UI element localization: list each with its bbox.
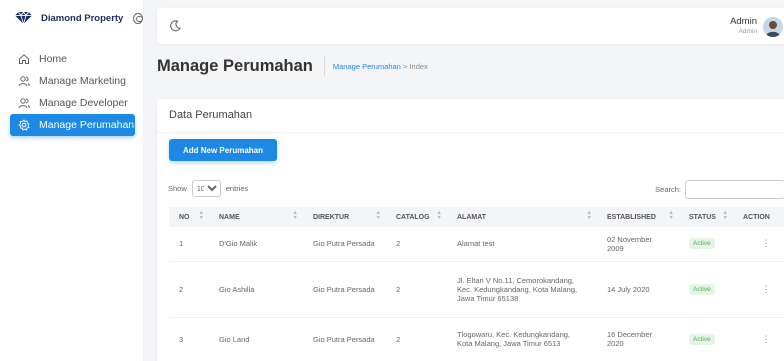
sidebar-item-label: Manage Developer (39, 97, 128, 109)
cell-name: Gio Land (209, 317, 303, 361)
action-menu-icon[interactable]: ⋮ (733, 317, 784, 361)
divider (323, 56, 325, 76)
sidebar-nav: Home Manage Marketing Manage Developer M… (0, 48, 143, 136)
user-info[interactable]: Admin Admin (730, 16, 757, 35)
cell-no: 3 (169, 317, 209, 361)
search-input[interactable] (685, 180, 784, 199)
entries-select[interactable]: 10 (191, 180, 221, 197)
page-header: Manage Perumahan Manage Perumahan > Inde… (157, 56, 428, 76)
sidebar-toggle-icon[interactable] (133, 12, 143, 24)
cell-alamat: Tlogowaru, Kec. Kedungkandang, Kota Mala… (447, 317, 597, 361)
cell-no: 1 (169, 227, 209, 262)
avatar[interactable] (763, 17, 783, 37)
cell-direktur: Gio Putra Persada (303, 261, 386, 318)
sidebar-item-label: Manage Marketing (39, 75, 126, 87)
sort-icon: ▲ ▼ (668, 210, 674, 221)
divider (157, 132, 784, 133)
page-title: Manage Perumahan (157, 56, 313, 75)
table-row: 1 D'Gio Malik Gio Putra Persada 2 Alamat… (169, 227, 784, 262)
cell-name: D'Gio Malik (209, 227, 303, 262)
cell-established: 16 December 2020 (597, 317, 679, 361)
sort-icon: ▲ ▼ (198, 210, 204, 221)
table-row: 2 Gio Ashilla Gio Putra Persada 2 Jl. El… (169, 261, 784, 318)
column-header-status[interactable]: STATUS ▲ ▼ (679, 207, 733, 227)
sort-icon: ▲ ▼ (722, 210, 728, 221)
search-label: Search: (655, 185, 681, 194)
cell-catalog: 2 (386, 261, 447, 318)
cell-direktur: Gio Putra Persada (303, 317, 386, 361)
cell-catalog: 2 (386, 317, 447, 361)
show-label: Show (168, 184, 187, 193)
sort-icon: ▲ ▼ (436, 210, 442, 221)
sort-icon: ▲ ▼ (586, 210, 592, 221)
column-header-direktur[interactable]: DIREKTUR ▲ ▼ (303, 207, 386, 227)
column-header-no[interactable]: NO ▲ ▼ (169, 207, 209, 227)
table-row: 3 Gio Land Gio Putra Persada 2 Tlogowaru… (169, 317, 784, 361)
status-badge: Active (689, 238, 715, 250)
status-badge: Active (689, 283, 715, 295)
cell-direktur: Gio Putra Persada (303, 227, 386, 262)
sidebar-item-manage-perumahan[interactable]: Manage Perumahan (10, 114, 135, 136)
sidebar-item-label: Manage Perumahan (39, 119, 135, 131)
entries-length: Show 10 entries (168, 180, 248, 197)
cell-alamat: Jl. Eltari V No.11, Cemorokandang, Kec. … (447, 261, 597, 318)
sidebar-item-label: Home (39, 53, 68, 65)
sidebar-item-home[interactable]: Home (10, 48, 135, 70)
brand-name: Diamond Property (41, 12, 124, 24)
sidebar-item-manage-developer[interactable]: Manage Developer (10, 92, 135, 114)
status-badge: Active (689, 333, 715, 345)
sidebar-item-manage-marketing[interactable]: Manage Marketing (10, 70, 135, 92)
brand[interactable]: Diamond Property (0, 0, 143, 36)
breadcrumb-current: Index (409, 61, 428, 71)
card-title: Data Perumahan (169, 109, 253, 121)
column-header-action[interactable]: ACTION▲▼ (733, 207, 784, 227)
data-card: Data Perumahan Add New Perumahan Show 10… (157, 99, 784, 361)
column-header-catalog[interactable]: CATALOG ▲ ▼ (386, 207, 447, 227)
entries-label: entries (225, 184, 249, 193)
cell-status: Active (679, 227, 733, 262)
add-new-perumahan-button[interactable]: Add New Perumahan (169, 139, 277, 161)
column-header-alamat[interactable]: ALAMAT ▲ ▼ (447, 207, 597, 227)
users-icon (17, 74, 31, 88)
cell-status: Active (679, 317, 733, 361)
user-role: Admin (738, 28, 757, 35)
search-box: Search: (655, 180, 784, 199)
perumahan-table: NO ▲ ▼ NAME ▲ ▼ DIREKTUR ▲ ▼ CATALOG ▲ ▼ ALAMAT ▲… (169, 207, 784, 361)
cell-name: Gio Ashilla (209, 261, 303, 318)
moon-icon[interactable] (169, 20, 181, 32)
user-name: Admin (730, 16, 757, 27)
topbar: Admin Admin (157, 8, 784, 44)
cell-catalog: 2 (386, 227, 447, 262)
diamond-logo-icon (15, 11, 32, 25)
action-menu-icon[interactable]: ⋮ (733, 227, 784, 262)
gear-icon (17, 118, 31, 132)
column-header-established[interactable]: ESTABLISHED ▲ ▼ (597, 207, 679, 227)
cell-established: 14 July 2020 (597, 261, 679, 318)
sort-icon: ▲ ▼ (292, 210, 298, 221)
breadcrumb-separator: > (402, 61, 408, 71)
column-header-name[interactable]: NAME ▲ ▼ (209, 207, 303, 227)
breadcrumb-link[interactable]: Manage Perumahan (333, 62, 401, 71)
cell-status: Active (679, 261, 733, 318)
breadcrumb: Manage Perumahan > Index (333, 62, 428, 71)
sort-icon: ▲ ▼ (375, 210, 381, 221)
sidebar: Diamond Property Home Manage Marketing M… (0, 0, 143, 361)
cell-alamat: Alamat test (447, 227, 597, 262)
users-icon (17, 96, 31, 110)
action-menu-icon[interactable]: ⋮ (733, 261, 784, 318)
home-icon (17, 52, 31, 66)
cell-no: 2 (169, 261, 209, 318)
cell-established: 02 November 2009 (597, 227, 679, 262)
table-header-row: NO ▲ ▼ NAME ▲ ▼ DIREKTUR ▲ ▼ CATALOG ▲ ▼ ALAMAT ▲… (169, 207, 784, 227)
